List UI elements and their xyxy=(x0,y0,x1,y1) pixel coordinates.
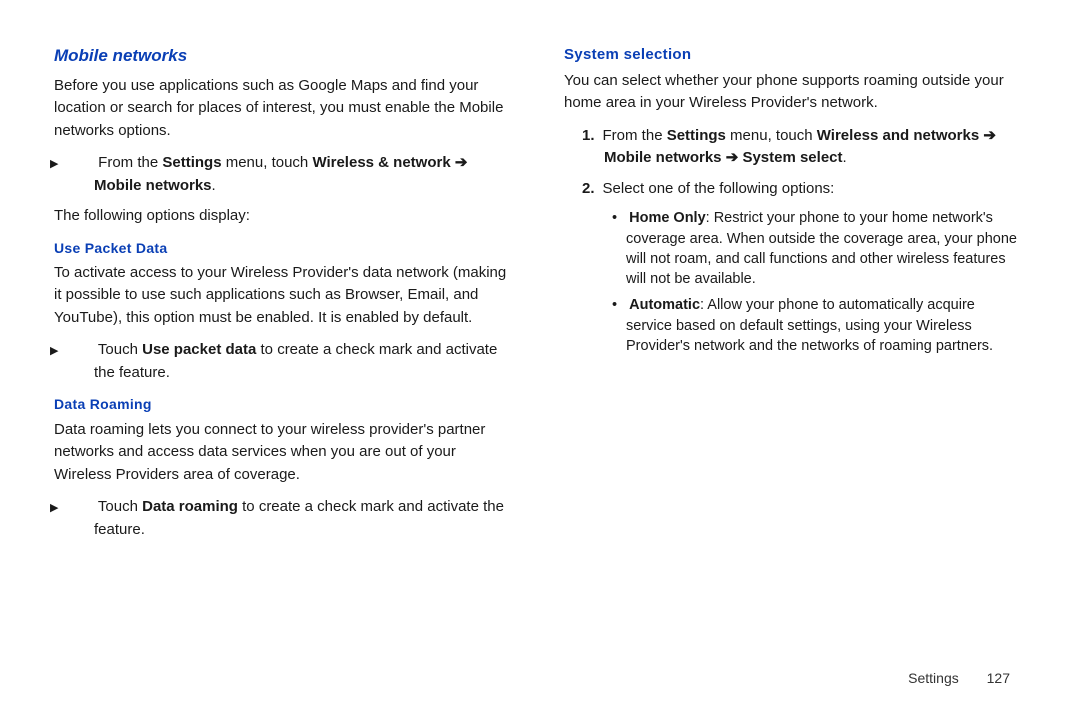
step-1: 1. From the Settings menu, touch Wireless… xyxy=(564,125,1020,170)
text: From the xyxy=(603,127,667,144)
data-roaming-step: Touch Data roaming to create a check mar… xyxy=(54,496,510,541)
text: Touch xyxy=(98,341,142,358)
bold-settings: Settings xyxy=(162,154,221,171)
right-column: System selection You can select whether … xyxy=(564,44,1020,549)
heading-data-roaming: Data Roaming xyxy=(54,394,510,414)
left-column: Mobile networks Before you use applicati… xyxy=(54,44,510,549)
arrow-icon: ➔ xyxy=(722,149,743,166)
text: Select one of the following options: xyxy=(603,180,835,197)
bold-mobile-networks: Mobile networks xyxy=(94,177,212,194)
bold-automatic: Automatic xyxy=(629,297,700,313)
heading-mobile-networks: Mobile networks xyxy=(54,44,510,69)
footer-page-number: 127 xyxy=(987,670,1010,686)
text: menu, touch xyxy=(222,154,313,171)
step-number-2: 2. xyxy=(582,180,595,197)
page-footer: Settings 127 xyxy=(908,670,1010,686)
bold-mobile-networks: Mobile networks xyxy=(604,149,722,166)
heading-use-packet-data: Use Packet Data xyxy=(54,238,510,258)
data-roaming-body: Data roaming lets you connect to your wi… xyxy=(54,419,510,487)
bold-home-only: Home Only xyxy=(629,210,706,226)
arrow-icon: ➔ xyxy=(451,154,468,171)
use-packet-data-body: To activate access to your Wireless Prov… xyxy=(54,262,510,330)
bold-use-packet-data: Use packet data xyxy=(142,341,256,358)
heading-system-selection: System selection xyxy=(564,44,1020,66)
system-selection-intro: You can select whether your phone suppor… xyxy=(564,70,1020,115)
option-automatic: Automatic: Allow your phone to automatic… xyxy=(564,295,1020,356)
footer-section: Settings xyxy=(908,670,959,686)
two-column-layout: Mobile networks Before you use applicati… xyxy=(54,44,1020,549)
text: Touch xyxy=(98,498,142,515)
text: menu, touch xyxy=(726,127,817,144)
bold-system-select: System select xyxy=(742,149,842,166)
mobile-networks-intro: Before you use applications such as Goog… xyxy=(54,75,510,143)
step-2: 2. Select one of the following options: xyxy=(564,178,1020,201)
bold-wireless-network: Wireless & network xyxy=(312,154,450,171)
option-home-only: Home Only: Restrict your phone to your h… xyxy=(564,208,1020,289)
arrow-icon: ➔ xyxy=(979,127,996,144)
options-display-text: The following options display: xyxy=(54,205,510,228)
bold-settings: Settings xyxy=(667,127,726,144)
bold-data-roaming: Data roaming xyxy=(142,498,238,515)
text: . xyxy=(212,177,216,194)
text: From the xyxy=(98,154,162,171)
mobile-networks-step: From the Settings menu, touch Wireless &… xyxy=(54,152,510,197)
text: . xyxy=(843,149,847,166)
step-number-1: 1. xyxy=(582,127,595,144)
use-packet-data-step: Touch Use packet data to create a check … xyxy=(54,339,510,384)
bold-wireless-and-networks: Wireless and networks xyxy=(817,127,979,144)
